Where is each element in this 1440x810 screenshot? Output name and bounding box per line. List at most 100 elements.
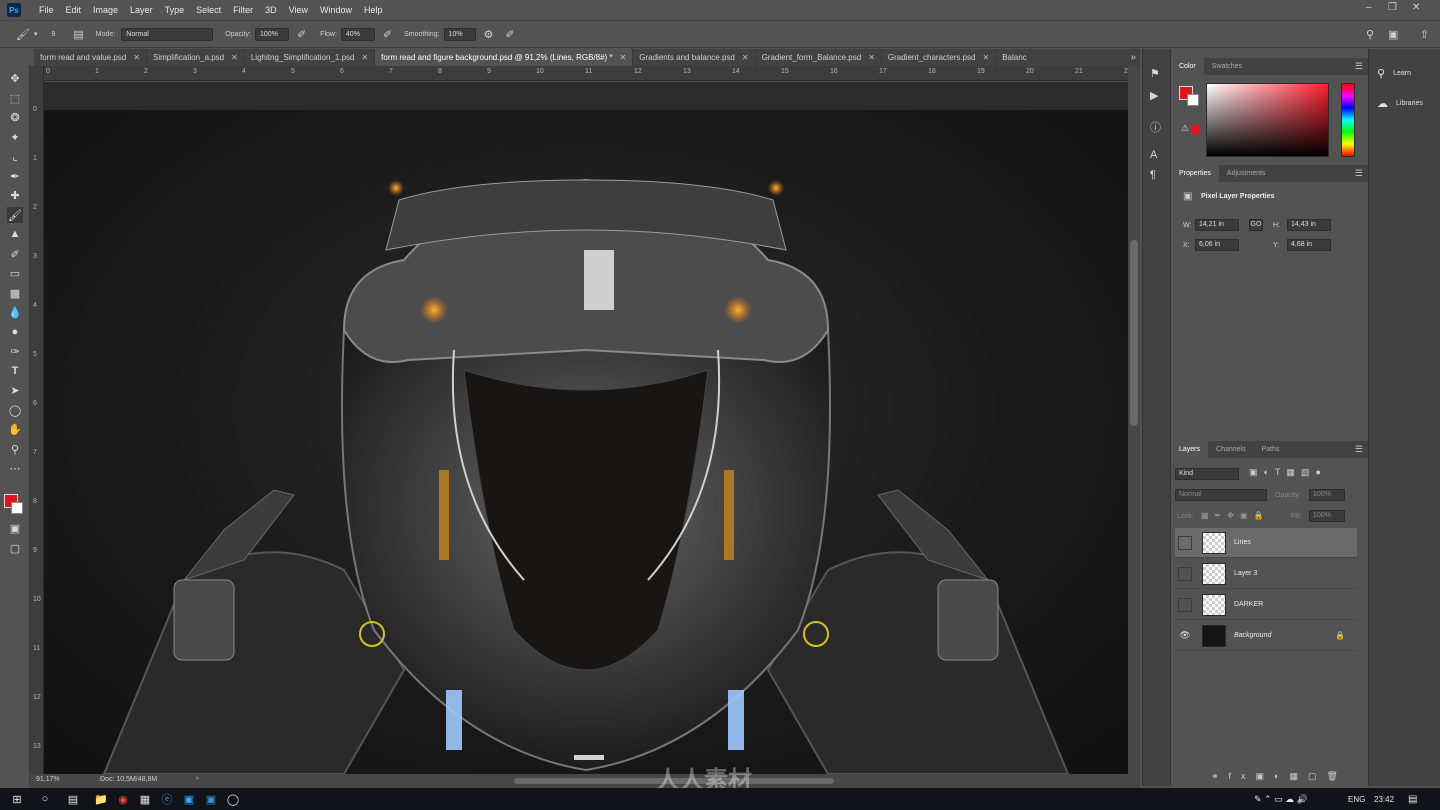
layer-row-lines[interactable]: Lines: [1175, 528, 1357, 558]
tabs-overflow-icon[interactable]: »: [1130, 52, 1136, 63]
brush-size[interactable]: 9: [51, 31, 55, 38]
photoshop-taskbar-icon[interactable]: ▣: [178, 788, 200, 810]
color-background-swatch[interactable]: [1187, 94, 1199, 106]
layer-kind-filter[interactable]: Kind: [1175, 468, 1239, 480]
menu-edit[interactable]: Edit: [60, 5, 88, 15]
visibility-toggle[interactable]: [1178, 597, 1192, 612]
canvas-area[interactable]: [44, 82, 1128, 774]
brush-panel-icon[interactable]: ▤: [73, 28, 83, 41]
link-dimensions-button[interactable]: GO: [1249, 219, 1263, 231]
tab-swatches[interactable]: Swatches: [1204, 58, 1250, 75]
search-icon[interactable]: ○: [34, 788, 56, 810]
tab-paths[interactable]: Paths: [1254, 441, 1288, 458]
tab-document[interactable]: Gradient_form_Balance.psd ✕: [756, 49, 882, 66]
panel-menu-icon[interactable]: ☰: [1355, 444, 1363, 455]
color-spectrum-picker[interactable]: [1206, 83, 1329, 157]
workspace-icon[interactable]: ▣: [1388, 28, 1398, 41]
libraries-button[interactable]: ☁ Libraries: [1377, 97, 1423, 110]
layer-row-background[interactable]: 👁 Background 🔒: [1175, 621, 1357, 651]
screen-mode-icon[interactable]: ▢: [7, 540, 23, 556]
clone-stamp-tool-icon[interactable]: ▲: [7, 226, 23, 242]
tab-document[interactable]: Gradient_characters.psd ✕: [882, 49, 997, 66]
task-view-icon[interactable]: ▤: [62, 788, 84, 810]
windows-start-icon[interactable]: ⊞: [6, 788, 28, 810]
hue-slider[interactable]: [1341, 83, 1355, 157]
close-icon[interactable]: ✕: [231, 53, 238, 62]
paragraph-panel-icon[interactable]: ¶: [1150, 169, 1156, 181]
mode-select[interactable]: Normal: [121, 27, 214, 41]
menu-image[interactable]: Image: [87, 5, 124, 15]
move-tool-icon[interactable]: ✥: [7, 70, 23, 86]
close-icon[interactable]: ✕: [1412, 2, 1420, 13]
healing-brush-tool-icon[interactable]: ✚: [7, 187, 23, 203]
lock-icons[interactable]: ▦✒✥▣🔒: [1201, 511, 1269, 520]
close-icon[interactable]: ✕: [868, 53, 875, 62]
chrome-icon[interactable]: ◉: [112, 788, 134, 810]
gamut-swatch[interactable]: [1191, 125, 1200, 134]
height-input[interactable]: 14,43 in: [1287, 219, 1331, 231]
restore-icon[interactable]: ❐: [1388, 2, 1397, 13]
y-input[interactable]: 4,68 in: [1287, 239, 1331, 251]
layer-row-darker[interactable]: DARKER: [1175, 590, 1357, 620]
layer-filter-icons[interactable]: ▣◐T▦▧●: [1249, 467, 1327, 478]
tab-document[interactable]: Gradients and balance.psd ✕: [633, 49, 756, 66]
quick-mask-icon[interactable]: ▣: [7, 520, 23, 536]
info-panel-icon[interactable]: ⓘ: [1150, 119, 1161, 135]
tab-color[interactable]: Color: [1171, 58, 1204, 75]
tab-document[interactable]: form read and value.psd ✕: [34, 49, 147, 66]
smoothing-input[interactable]: 10%: [443, 27, 476, 41]
menu-select[interactable]: Select: [190, 5, 227, 15]
minimize-icon[interactable]: –: [1366, 2, 1372, 13]
eyedropper-tool-icon[interactable]: ✒: [7, 168, 23, 184]
app-icon[interactable]: ▦: [134, 788, 156, 810]
ellipse-tool-icon[interactable]: ◯: [7, 402, 23, 418]
flow-input[interactable]: 40%: [340, 27, 375, 41]
tab-document[interactable]: Simplification_a.psd ✕: [147, 49, 245, 66]
brush-tool-icon[interactable]: 🖌: [7, 207, 23, 223]
history-brush-tool-icon[interactable]: ✐: [7, 246, 23, 262]
airbrush-icon[interactable]: ✐: [383, 28, 392, 41]
path-selection-tool-icon[interactable]: ➤: [7, 382, 23, 398]
pen-tool-icon[interactable]: ✑: [7, 343, 23, 359]
background-color-swatch[interactable]: [11, 502, 23, 514]
vertical-scrollbar-thumb[interactable]: [1130, 240, 1138, 426]
more-tools-icon[interactable]: ⋯: [7, 460, 23, 476]
history-panel-icon[interactable]: ⚑: [1150, 67, 1160, 80]
blend-mode-select[interactable]: Normal: [1175, 489, 1267, 501]
fill-input[interactable]: 100%: [1309, 510, 1345, 522]
crop-tool-icon[interactable]: ⌞: [7, 148, 23, 164]
character-panel-icon[interactable]: A: [1150, 149, 1157, 161]
tab-document-active[interactable]: form read and figure background.psd @ 91…: [375, 49, 634, 66]
chevron-down-icon[interactable]: ▾: [34, 30, 38, 38]
x-input[interactable]: 6,06 in: [1195, 239, 1239, 251]
edge-icon[interactable]: ⓔ: [156, 788, 178, 810]
hand-tool-icon[interactable]: ✋: [7, 421, 23, 437]
layer-footer-icons[interactable]: ⚭fx▣◐▦▢🗑: [1211, 771, 1348, 782]
pressure-size-icon[interactable]: ✐: [505, 28, 514, 41]
pressure-opacity-icon[interactable]: ✐: [297, 28, 306, 41]
tab-document[interactable]: Balanc: [996, 49, 1032, 66]
layer-opacity-input[interactable]: 100%: [1309, 489, 1345, 501]
learn-button[interactable]: ⚲ Learn: [1377, 67, 1411, 80]
blur-tool-icon[interactable]: 💧: [7, 304, 23, 320]
magic-wand-tool-icon[interactable]: ✦: [7, 129, 23, 145]
visibility-toggle[interactable]: [1178, 566, 1192, 581]
system-tray-icons[interactable]: ✎ ⌃ ▭ ☁ 🔊: [1254, 794, 1308, 805]
eraser-tool-icon[interactable]: ▭: [7, 265, 23, 281]
dodge-tool-icon[interactable]: ●: [7, 324, 23, 340]
close-icon[interactable]: ✕: [620, 53, 627, 62]
type-tool-icon[interactable]: T: [7, 363, 23, 379]
tab-layers[interactable]: Layers: [1171, 441, 1209, 458]
menu-window[interactable]: Window: [314, 5, 358, 15]
app-icon[interactable]: ▣: [200, 788, 222, 810]
actions-panel-icon[interactable]: ▶: [1150, 89, 1158, 102]
artwork-image[interactable]: [44, 110, 1128, 774]
zoom-tool-icon[interactable]: ⚲: [7, 441, 23, 457]
clock[interactable]: 23:42: [1374, 795, 1394, 804]
close-icon[interactable]: ✕: [361, 53, 368, 62]
lasso-tool-icon[interactable]: ❂: [7, 109, 23, 125]
layer-row-layer-3[interactable]: Layer 3: [1175, 559, 1357, 589]
marquee-tool-icon[interactable]: ⬚: [7, 90, 23, 106]
eye-icon[interactable]: 👁: [1178, 629, 1192, 643]
menu-file[interactable]: File: [33, 5, 60, 15]
